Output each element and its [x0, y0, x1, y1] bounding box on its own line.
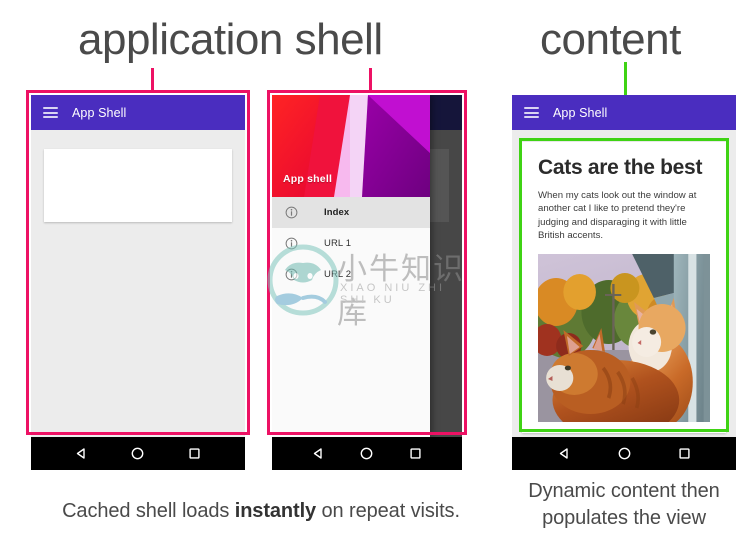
hamburger-icon[interactable] — [43, 107, 58, 118]
navigation-drawer: App shell Index URL 1 URL 2 — [272, 95, 430, 437]
phone-three-screen: App Shell Cats are the best When my cats… — [512, 95, 736, 437]
phone-one-screen: App Shell — [31, 95, 245, 437]
article-title: Cats are the best — [538, 156, 703, 179]
annotation-label-application-shell: application shell — [78, 15, 383, 64]
drawer-item-url-1[interactable]: URL 1 — [272, 228, 430, 259]
phone-mockup-content-populated: App Shell Cats are the best When my cats… — [512, 95, 736, 470]
drawer-item-label: URL 1 — [324, 238, 352, 249]
annotation-label-content: content — [540, 15, 681, 64]
info-circle-icon — [285, 206, 298, 219]
drawer-item-index[interactable]: Index — [272, 197, 430, 228]
drawer-item-url-2[interactable]: URL 2 — [272, 259, 430, 290]
drawer-item-label: Index — [324, 207, 350, 218]
back-triangle-icon[interactable] — [557, 446, 572, 461]
home-circle-icon[interactable] — [359, 446, 374, 461]
caption-left-after: on repeat visits. — [316, 500, 460, 522]
article-card: Cats are the best When my cats look out … — [522, 142, 726, 433]
back-triangle-icon[interactable] — [311, 446, 326, 461]
recents-square-icon[interactable] — [408, 446, 423, 461]
phone-three-navbar — [512, 437, 736, 470]
phone-two-navbar — [272, 437, 462, 470]
phone-one-body — [31, 130, 245, 437]
hamburger-icon[interactable] — [524, 107, 539, 118]
phone-two-screen: App shell Index URL 1 URL 2 — [272, 95, 462, 437]
home-circle-icon[interactable] — [617, 446, 632, 461]
drawer-header-title: App shell — [283, 173, 333, 185]
info-circle-icon — [285, 237, 298, 250]
drawer-item-label: URL 2 — [324, 269, 352, 280]
article-body: When my cats look out the window at anot… — [538, 190, 697, 242]
drawer-header: App shell — [272, 95, 430, 197]
caption-left: Cached shell loads instantly on repeat v… — [31, 498, 491, 525]
leader-line-phone-two — [369, 68, 372, 92]
phone-one-appbar-title: App Shell — [72, 105, 127, 120]
info-circle-icon — [285, 268, 298, 281]
caption-right: Dynamic content then populates the view — [528, 480, 720, 529]
drawer-item-list: Index URL 1 URL 2 — [272, 197, 430, 290]
recents-square-icon[interactable] — [677, 446, 692, 461]
home-circle-icon[interactable] — [130, 446, 145, 461]
caption-left-before: Cached shell loads — [62, 500, 235, 522]
back-triangle-icon[interactable] — [74, 446, 89, 461]
empty-content-card — [44, 149, 232, 222]
caption-left-emphasis: instantly — [234, 500, 317, 522]
phone-mockup-cached-shell: App Shell — [31, 95, 245, 470]
phone-three-body: Cats are the best When my cats look out … — [512, 130, 736, 437]
phone-three-appbar: App Shell — [512, 95, 736, 130]
phone-one-navbar — [31, 437, 245, 470]
phone-mockup-drawer-open: App shell Index URL 1 URL 2 — [272, 95, 462, 470]
article-image-cats — [538, 253, 710, 422]
leader-line-phone-one — [151, 68, 154, 92]
phone-three-appbar-title: App Shell — [553, 105, 608, 120]
recents-square-icon[interactable] — [187, 446, 202, 461]
phone-one-appbar: App Shell — [31, 95, 245, 130]
